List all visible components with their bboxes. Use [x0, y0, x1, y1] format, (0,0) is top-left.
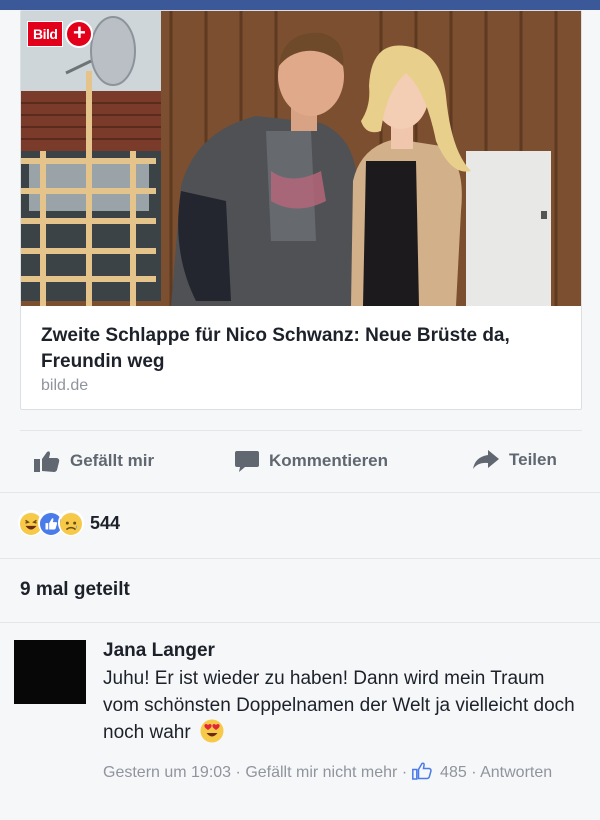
comment-author[interactable]: Jana Langer [103, 640, 215, 662]
comment-timestamp[interactable]: Gestern um 19:03 [103, 764, 231, 781]
divider [0, 492, 600, 493]
divider [20, 430, 582, 431]
comment-body: Juhu! Er ist wieder zu haben! Dann wird … [103, 668, 575, 743]
speech-bubble-icon [235, 450, 259, 472]
like-label: Gefällt mir [70, 451, 155, 470]
like-outline-icon [411, 762, 432, 788]
article-photo[interactable]: Bild + [21, 11, 581, 306]
divider [0, 558, 600, 559]
share-count[interactable]: 9 mal geteilt [20, 579, 130, 601]
comment-text: Juhu! Er ist wieder zu haben! Dann wird … [103, 665, 583, 751]
comment-meta: Gestern um 19:03 · Gefällt mir nicht meh… [103, 760, 583, 788]
like-button[interactable]: Gefällt mir [34, 450, 154, 472]
unlike-link[interactable]: Gefällt mir nicht mehr [245, 764, 397, 781]
reaction-count: 544 [90, 512, 121, 533]
avatar[interactable] [14, 640, 86, 704]
article-domain: bild.de [41, 377, 89, 394]
plus-icon: + [65, 20, 94, 48]
comment-like-count[interactable]: 485 [440, 764, 467, 781]
post-action-bar: Gefällt mir Kommentieren Teilen [0, 440, 600, 484]
comment-label: Kommentieren [269, 451, 389, 470]
comment-button[interactable]: Kommentieren [235, 450, 388, 472]
article-photo-illustration [21, 11, 581, 306]
reply-link[interactable]: Antworten [480, 764, 552, 781]
link-preview-card[interactable]: Bild + Zweite Schlappe für Nico Schwanz:… [20, 10, 582, 410]
share-label: Teilen [509, 450, 557, 469]
share-arrow-icon [473, 450, 499, 470]
reactions-summary[interactable]: 544 [18, 510, 120, 536]
thumbs-up-icon [34, 450, 60, 472]
separator: · [401, 764, 408, 781]
bild-plus-badge: Bild + [27, 19, 94, 49]
sad-icon [58, 510, 84, 536]
article-headline[interactable]: Zweite Schlappe für Nico Schwanz: Neue B… [41, 323, 571, 375]
separator: · [471, 764, 477, 781]
share-button[interactable]: Teilen [473, 450, 557, 470]
divider [0, 622, 600, 623]
top-bar [0, 0, 600, 10]
bild-logo: Bild [27, 21, 64, 47]
heart-eyes-icon [200, 719, 224, 751]
separator: · [235, 764, 241, 781]
